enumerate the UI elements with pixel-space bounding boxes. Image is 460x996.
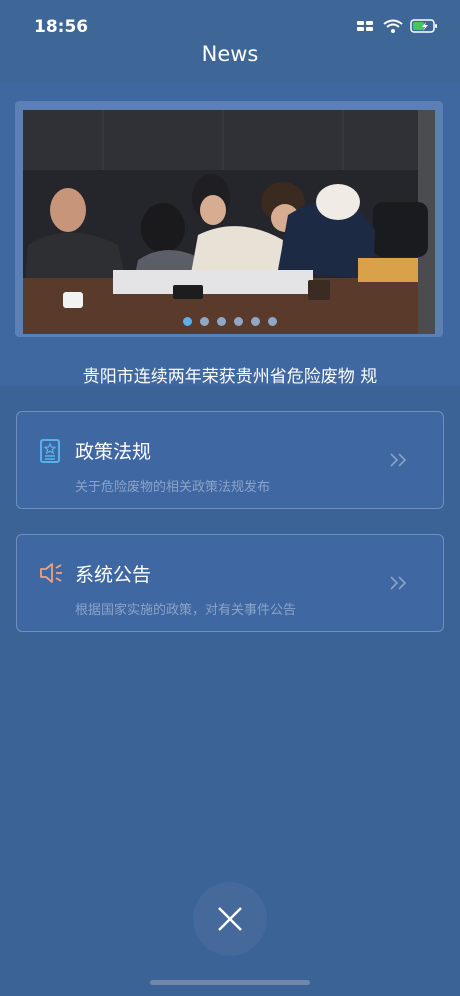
meeting-photo	[23, 110, 435, 334]
carousel-dot[interactable]	[268, 317, 277, 326]
carousel-dot[interactable]	[234, 317, 243, 326]
speaker-icon	[39, 561, 65, 589]
carousel-dot[interactable]	[200, 317, 209, 326]
carousel-dots	[0, 317, 460, 326]
policy-regulations-card[interactable]: 政策法规 关于危险废物的相关政策法规发布	[16, 411, 444, 509]
page-title: News	[201, 42, 259, 66]
top-bar: 18:56 News	[0, 0, 460, 82]
double-chevron-right-icon	[389, 452, 409, 472]
card-subtitle: 根据国家实施的政策，对有关事件公告	[75, 603, 297, 618]
double-chevron-right-icon	[389, 575, 409, 595]
status-time: 18:56	[34, 17, 89, 37]
news-headline[interactable]: 贵阳市连续两年荣获贵州省危险废物 规	[0, 362, 460, 387]
document-icon	[39, 438, 61, 468]
close-icon	[218, 907, 242, 931]
home-indicator[interactable]	[150, 980, 310, 985]
system-announcement-card[interactable]: 系统公告 根据国家实施的政策，对有关事件公告	[16, 534, 444, 632]
card-title: 政策法规	[75, 441, 152, 463]
wifi-icon	[383, 19, 403, 33]
card-subtitle: 关于危险废物的相关政策法规发布	[75, 480, 271, 495]
carousel-dot[interactable]	[183, 317, 192, 326]
close-button[interactable]	[193, 882, 267, 956]
status-icons	[356, 19, 438, 33]
cellular-signal-icon	[357, 21, 373, 31]
banner-image[interactable]	[23, 110, 435, 334]
carousel-dot[interactable]	[251, 317, 260, 326]
carousel-dot[interactable]	[217, 317, 226, 326]
card-title: 系统公告	[75, 564, 152, 586]
battery-icon	[410, 19, 437, 33]
